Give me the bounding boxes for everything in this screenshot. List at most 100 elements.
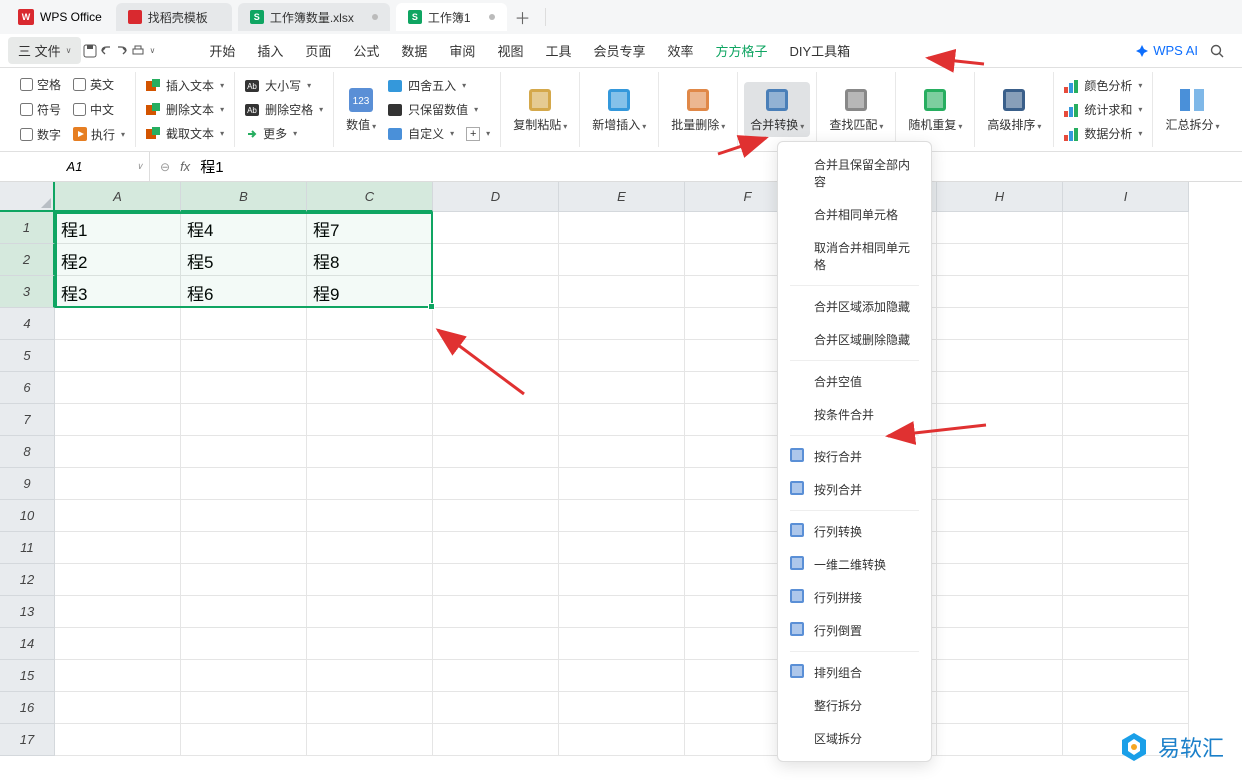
cell[interactable]: 程6 bbox=[181, 276, 307, 308]
cell[interactable] bbox=[1063, 372, 1189, 404]
row-header[interactable]: 2 bbox=[0, 244, 55, 276]
cancel-icon[interactable]: ⊖ bbox=[160, 160, 170, 174]
cell[interactable] bbox=[937, 596, 1063, 628]
cell[interactable] bbox=[181, 660, 307, 692]
row-header[interactable]: 11 bbox=[0, 532, 55, 564]
cell[interactable] bbox=[1063, 404, 1189, 436]
cell[interactable] bbox=[181, 628, 307, 660]
cell[interactable] bbox=[55, 372, 181, 404]
document-tab[interactable]: 找稻壳模板 bbox=[116, 3, 232, 31]
row-header[interactable]: 16 bbox=[0, 692, 55, 724]
row-header[interactable]: 17 bbox=[0, 724, 55, 756]
column-header[interactable]: D bbox=[433, 182, 559, 212]
document-tab[interactable]: S工作簿1 bbox=[396, 3, 507, 31]
print-icon[interactable] bbox=[131, 44, 145, 58]
cell[interactable] bbox=[559, 596, 685, 628]
cell[interactable] bbox=[433, 468, 559, 500]
cell[interactable] bbox=[1063, 628, 1189, 660]
cell[interactable] bbox=[307, 436, 433, 468]
menu-item[interactable]: 行列拼接 bbox=[778, 581, 931, 614]
menu-item[interactable]: 排列组合 bbox=[778, 656, 931, 689]
cell[interactable]: 程2 bbox=[55, 244, 181, 276]
cell[interactable] bbox=[559, 340, 685, 372]
cell[interactable] bbox=[1063, 500, 1189, 532]
cell[interactable] bbox=[937, 276, 1063, 308]
cell[interactable] bbox=[559, 628, 685, 660]
row-header[interactable]: 5 bbox=[0, 340, 55, 372]
cell[interactable] bbox=[559, 436, 685, 468]
cell[interactable] bbox=[55, 660, 181, 692]
cell[interactable] bbox=[559, 564, 685, 596]
cell[interactable] bbox=[433, 660, 559, 692]
cell[interactable] bbox=[937, 532, 1063, 564]
cell[interactable] bbox=[559, 276, 685, 308]
fx-icon[interactable]: fx bbox=[180, 159, 190, 174]
cell[interactable] bbox=[55, 724, 181, 756]
column-header[interactable]: C bbox=[307, 182, 433, 212]
cell[interactable] bbox=[559, 244, 685, 276]
cell[interactable] bbox=[1063, 596, 1189, 628]
value-button[interactable]: 123 数值▾ bbox=[340, 82, 382, 137]
cell[interactable] bbox=[1063, 340, 1189, 372]
cell[interactable] bbox=[1063, 212, 1189, 244]
menu-item[interactable]: 合并区域添加隐藏 bbox=[778, 290, 931, 323]
row-header[interactable]: 13 bbox=[0, 596, 55, 628]
cell[interactable] bbox=[55, 532, 181, 564]
name-box[interactable]: A1 ∨ bbox=[0, 152, 150, 181]
plus-icon[interactable]: + bbox=[466, 127, 480, 141]
text-action[interactable]: 插入文本▾ bbox=[142, 75, 228, 96]
undo-icon[interactable] bbox=[99, 44, 113, 58]
cell[interactable] bbox=[433, 692, 559, 724]
cell[interactable] bbox=[181, 372, 307, 404]
cell[interactable] bbox=[937, 660, 1063, 692]
cell[interactable] bbox=[559, 468, 685, 500]
cell[interactable] bbox=[55, 564, 181, 596]
cell[interactable] bbox=[307, 468, 433, 500]
row-header[interactable]: 12 bbox=[0, 564, 55, 596]
cell[interactable]: 程8 bbox=[307, 244, 433, 276]
ribbon-big-button[interactable]: 随机重复▾ bbox=[902, 82, 968, 137]
ribbon-big-button[interactable]: 复制粘贴▾ bbox=[507, 82, 573, 137]
cell[interactable] bbox=[181, 692, 307, 724]
row-header[interactable]: 14 bbox=[0, 628, 55, 660]
cell[interactable]: 程4 bbox=[181, 212, 307, 244]
cell[interactable] bbox=[937, 404, 1063, 436]
cell[interactable] bbox=[433, 212, 559, 244]
menu-item[interactable]: 区域拆分 bbox=[778, 722, 931, 755]
row-header[interactable]: 4 bbox=[0, 308, 55, 340]
cell[interactable] bbox=[307, 308, 433, 340]
cell[interactable] bbox=[307, 596, 433, 628]
wps-ai-button[interactable]: WPS AI bbox=[1135, 43, 1198, 58]
ribbon-big-button[interactable]: 批量删除▾ bbox=[665, 82, 731, 137]
cell[interactable] bbox=[937, 436, 1063, 468]
cell[interactable] bbox=[55, 628, 181, 660]
ribbon-big-button[interactable]: 新增插入▾ bbox=[586, 82, 652, 137]
cell[interactable] bbox=[307, 532, 433, 564]
filter-checkbox[interactable]: 空格 bbox=[16, 74, 65, 95]
cell[interactable] bbox=[181, 436, 307, 468]
text-action[interactable]: 截取文本▾ bbox=[142, 123, 228, 144]
cell[interactable] bbox=[937, 244, 1063, 276]
row-header[interactable]: 3 bbox=[0, 276, 55, 308]
cell[interactable] bbox=[307, 724, 433, 756]
cell[interactable] bbox=[559, 724, 685, 756]
cell[interactable] bbox=[181, 564, 307, 596]
cell[interactable] bbox=[55, 692, 181, 724]
cell[interactable] bbox=[181, 532, 307, 564]
menu-tab[interactable]: 数据 bbox=[391, 35, 437, 66]
menu-tab[interactable]: 页面 bbox=[295, 35, 341, 66]
value-action[interactable]: 只保留数值▾ bbox=[384, 99, 494, 120]
column-header[interactable]: H bbox=[937, 182, 1063, 212]
cell[interactable] bbox=[1063, 692, 1189, 724]
formula-input[interactable] bbox=[200, 158, 1232, 175]
cell[interactable] bbox=[559, 308, 685, 340]
filter-checkbox[interactable]: 数字 bbox=[16, 124, 65, 145]
cell[interactable] bbox=[937, 724, 1063, 756]
ribbon-big-button[interactable]: 高级排序▾ bbox=[981, 82, 1047, 137]
cell[interactable] bbox=[559, 212, 685, 244]
file-menu[interactable]: 三 文件∨ bbox=[8, 37, 81, 64]
case-action[interactable]: 更多▾ bbox=[241, 123, 327, 144]
cell[interactable]: 程3 bbox=[55, 276, 181, 308]
menu-item[interactable]: 按条件合并 bbox=[778, 398, 931, 431]
cell[interactable] bbox=[937, 372, 1063, 404]
